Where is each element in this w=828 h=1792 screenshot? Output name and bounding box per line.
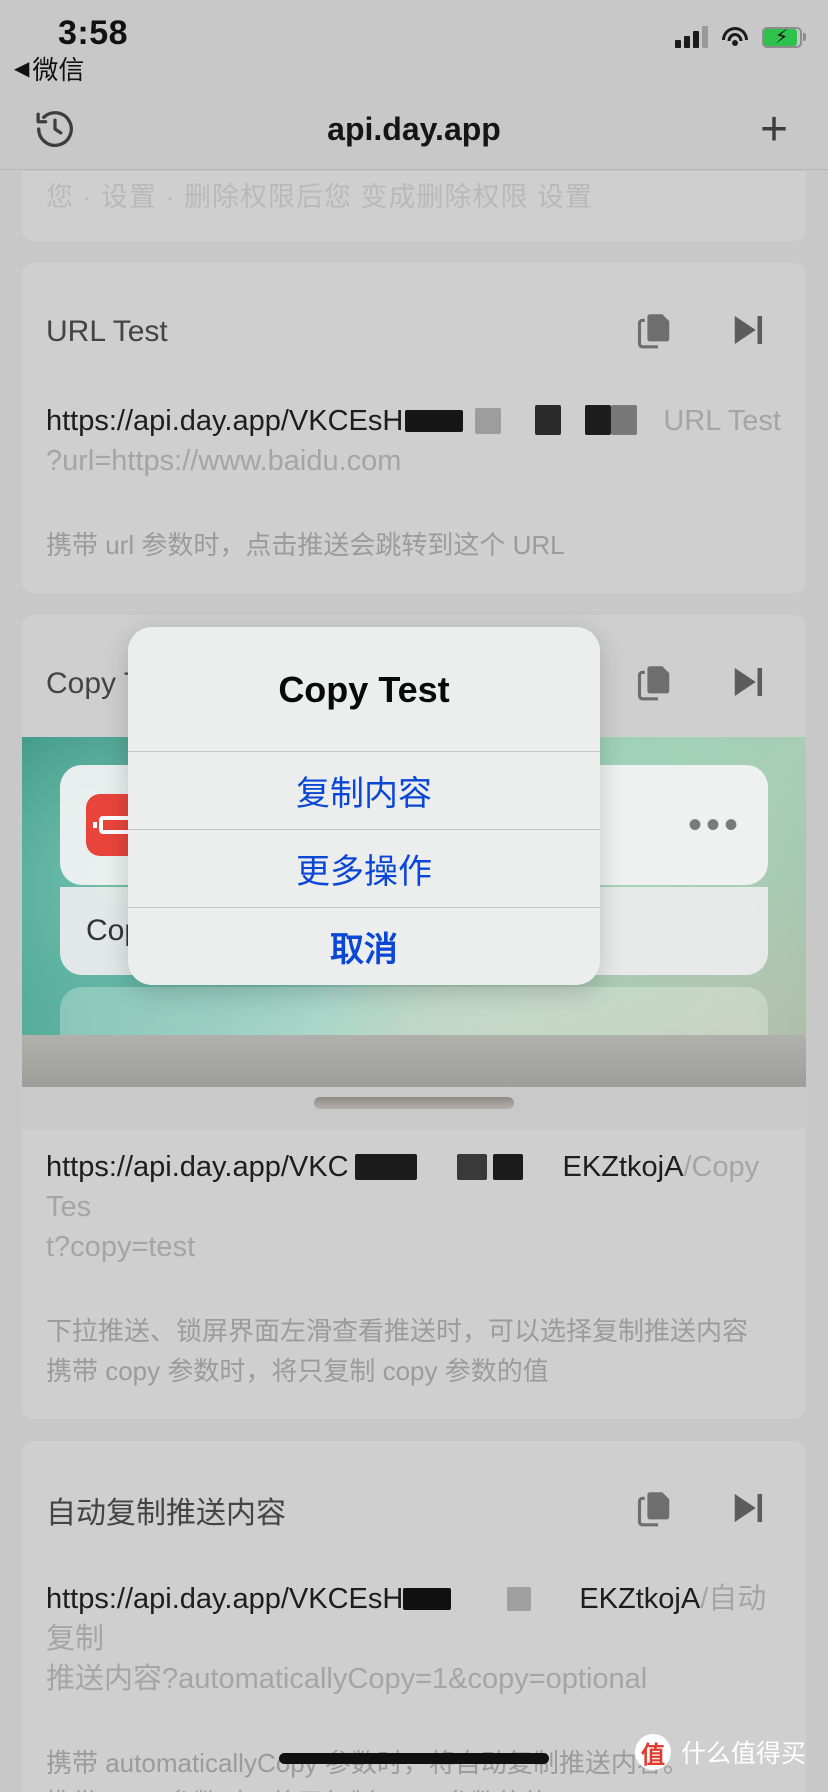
status-bar-time: 3:58: [58, 14, 129, 52]
copy-test-action-sheet[interactable]: Copy Test 复制内容 更多操作 取消: [128, 627, 600, 985]
redaction-blob: [403, 1588, 452, 1610]
card-title: 自动复制推送内容: [46, 1497, 286, 1530]
url-query: t?copy=test: [46, 1231, 196, 1263]
url-masked-tail: EKZtkojA: [579, 1583, 701, 1615]
url-block: https://api.day.app/VKCEsH URL Test ?url=…: [46, 401, 782, 481]
back-app-label: 微信: [32, 55, 85, 85]
wifi-icon: [721, 26, 749, 48]
preview-footer-bar: [22, 1035, 806, 1087]
redaction-blob: [354, 1154, 417, 1180]
redaction-blob: [456, 1154, 487, 1180]
more-dots-icon: •••: [687, 803, 742, 847]
card-url-test[interactable]: URL Test https://api.day.app/VKCEsH URL …: [22, 263, 806, 593]
url-main: https://api.day.app/VKC: [46, 1151, 349, 1183]
action-more-operations[interactable]: 更多操作: [128, 829, 600, 907]
phone-screen: 3:58 ◀ 微信 ⚡ api.day.app + 您 · 设置 · 删除权限后…: [0, 0, 828, 1792]
watermark-text: 什么值得买: [680, 1740, 806, 1768]
status-bar-indicators: ⚡: [675, 26, 806, 48]
card-header: 自动复制推送内容: [46, 1467, 782, 1553]
description-line-2: 携带 copy 参数时，将只复制 copy 参数的值: [46, 1356, 549, 1386]
redaction-blob: [405, 410, 464, 432]
watermark: 值 什么值得买: [634, 1734, 806, 1770]
redaction-blob: [492, 1154, 523, 1180]
redaction-blob: [611, 405, 638, 435]
back-to-app-link[interactable]: ◀ 微信: [14, 50, 84, 87]
skip-next-icon[interactable]: [726, 309, 768, 356]
copy-icon[interactable]: [636, 309, 678, 356]
redaction-blob: [507, 1587, 532, 1611]
url-text: https://api.day.app/VKC EKZtkojA/Copy Tes: [46, 1147, 782, 1227]
card-description: 携带 url 参数时，点击推送会跳转到这个 URL: [46, 530, 565, 560]
card-clipped-top[interactable]: 您 · 设置 · 删除权限后您 变成删除权限 设置: [22, 171, 806, 241]
clipped-text: 您 · 设置 · 删除权限后您 变成删除权限 设置: [46, 182, 593, 211]
card-title: URL Test: [46, 315, 168, 348]
card-header: URL Test: [46, 289, 782, 375]
watermark-badge-icon: 值: [634, 1734, 671, 1770]
description-line-2: 携带 copy 参数时，将只复制 copy 参数的值: [46, 1783, 782, 1792]
card-actions: [636, 309, 782, 356]
url-text: https://api.day.app/VKCEsH EKZtkojA/自动复制: [46, 1579, 782, 1659]
skip-next-icon[interactable]: [726, 661, 768, 708]
preview-handle: [22, 1087, 806, 1129]
action-sheet-title: Copy Test: [278, 669, 450, 710]
back-caret-icon: ◀: [14, 57, 30, 80]
card-actions: [636, 661, 782, 708]
page-title: api.day.app: [327, 111, 501, 147]
action-cancel[interactable]: 取消: [128, 907, 600, 985]
url-suffix: URL Test: [663, 405, 781, 437]
description-line-1: 下拉推送、锁屏界面左滑查看推送时，可以选择复制推送内容: [46, 1316, 749, 1346]
skip-next-icon[interactable]: [726, 1487, 768, 1534]
action-copy-content[interactable]: 复制内容: [128, 751, 600, 829]
redaction-blob: [585, 405, 612, 435]
copy-icon[interactable]: [636, 661, 678, 708]
navigation-bar: api.day.app +: [0, 90, 828, 170]
battery-charging-icon: ⚡: [762, 26, 806, 48]
home-indicator[interactable]: [279, 1753, 549, 1764]
card-actions: [636, 1487, 782, 1534]
signal-bars-icon: [675, 26, 708, 48]
redaction-blob: [475, 408, 502, 434]
card-description: 下拉推送、锁屏界面左滑查看推送时，可以选择复制推送内容 携带 copy 参数时，…: [46, 1311, 782, 1391]
url-main: https://api.day.app/VKCEsH: [46, 1583, 404, 1615]
url-block: https://api.day.app/VKC EKZtkojA/Copy Tes…: [46, 1147, 782, 1267]
copy-icon[interactable]: [636, 1487, 678, 1534]
status-bar: 3:58 ◀ 微信 ⚡: [0, 0, 828, 90]
add-button[interactable]: +: [760, 105, 788, 153]
url-masked-tail: EKZtkojA: [562, 1151, 684, 1183]
url-query: ?url=https://www.baidu.com: [46, 445, 402, 477]
url-main: https://api.day.app/VKCEsH: [46, 405, 404, 437]
charging-bolt-icon: ⚡: [775, 26, 789, 48]
url-query: 推送内容?automaticallyCopy=1&copy=optional: [46, 1663, 648, 1695]
url-block: https://api.day.app/VKCEsH EKZtkojA/自动复制 …: [46, 1579, 782, 1699]
url-text: https://api.day.app/VKCEsH URL Test: [46, 401, 782, 441]
redaction-blob: [535, 405, 562, 435]
